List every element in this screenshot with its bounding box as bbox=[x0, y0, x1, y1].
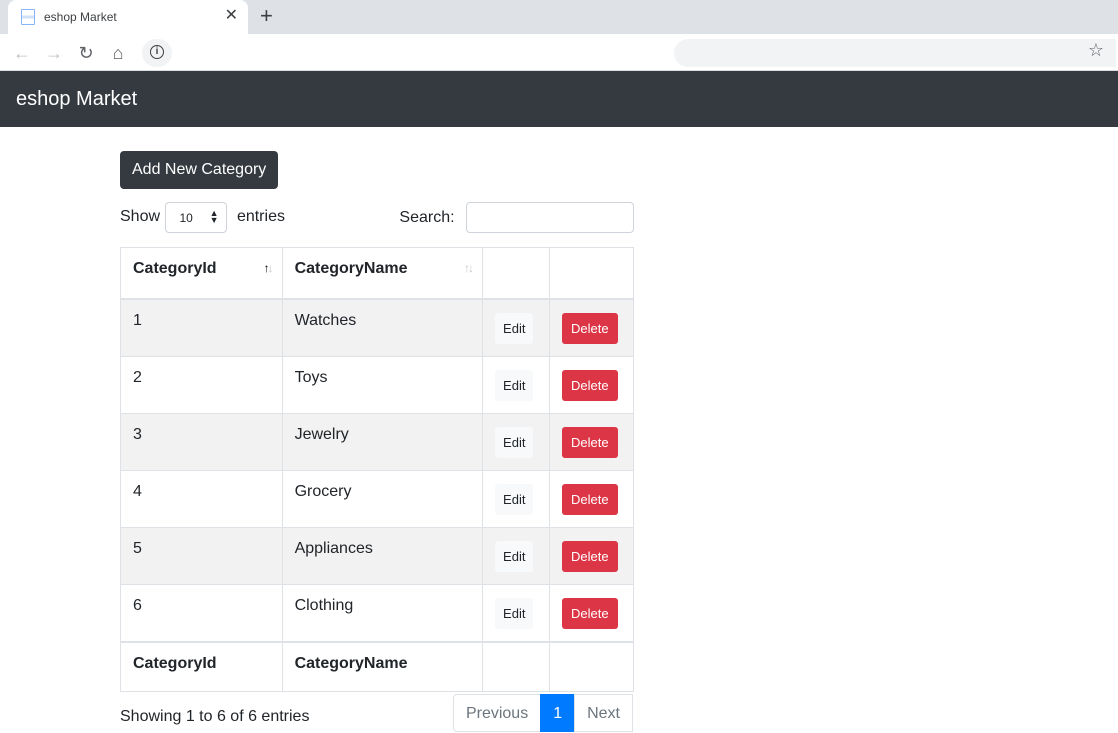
next-page-button[interactable]: Next bbox=[574, 694, 633, 732]
bookmark-star-icon[interactable]: ☆ bbox=[1088, 40, 1104, 61]
cell-edit: Edit bbox=[482, 469, 551, 528]
tab-title: eshop Market bbox=[44, 10, 117, 24]
cell-edit: Edit bbox=[482, 412, 551, 471]
reload-icon[interactable]: ↻ bbox=[75, 42, 97, 64]
length-suffix: entries bbox=[236, 208, 285, 225]
cell-delete: Delete bbox=[549, 583, 634, 642]
add-new-category-button[interactable]: Add New Category bbox=[120, 151, 279, 189]
browser-tab[interactable]: eshop Market ✕ bbox=[8, 0, 248, 34]
table-body: 1 Watches Edit Delete 2 Toys Edit Delete… bbox=[120, 298, 634, 642]
length-prefix: Show bbox=[120, 208, 161, 225]
sort-both-icon: ↑↓ bbox=[464, 261, 474, 275]
cell-category-name: Jewelry bbox=[281, 412, 484, 471]
cell-edit: Edit bbox=[482, 526, 551, 585]
cell-category-id: 2 bbox=[120, 355, 283, 414]
footer-edit bbox=[482, 640, 551, 692]
table-header-row: CategoryId ↑↓ CategoryName ↑↓ bbox=[120, 247, 634, 300]
entries-per-page-select[interactable]: 10 ▲ ▼ bbox=[165, 202, 228, 233]
cell-category-name: Watches bbox=[281, 298, 484, 357]
select-caret-icon: ▲ ▼ bbox=[209, 208, 219, 225]
edit-button[interactable]: Edit bbox=[495, 483, 534, 515]
cell-category-name: Grocery bbox=[281, 469, 484, 528]
cell-delete: Delete bbox=[549, 526, 634, 585]
header-delete bbox=[549, 247, 634, 300]
table-row: 4 Grocery Edit Delete bbox=[120, 469, 634, 528]
cell-category-name: Toys bbox=[281, 355, 484, 414]
cell-edit: Edit bbox=[482, 355, 551, 414]
edit-button[interactable]: Edit bbox=[495, 369, 534, 401]
header-category-name[interactable]: CategoryName ↑↓ bbox=[281, 247, 484, 300]
categories-table: CategoryId ↑↓ CategoryName ↑↓ 1 Watches … bbox=[120, 247, 634, 692]
cell-delete: Delete bbox=[549, 412, 634, 471]
cell-edit: Edit bbox=[482, 583, 551, 642]
browser-tab-strip: eshop Market ✕ + bbox=[0, 0, 1118, 34]
table-footer-row: CategoryId CategoryName bbox=[120, 640, 634, 692]
table-row: 5 Appliances Edit Delete bbox=[120, 526, 634, 585]
pagination: Previous 1 Next bbox=[452, 694, 633, 732]
header-label: CategoryName bbox=[294, 260, 408, 277]
delete-button[interactable]: Delete bbox=[562, 426, 618, 458]
cell-delete: Delete bbox=[549, 355, 634, 414]
header-edit bbox=[482, 247, 551, 300]
footer-category-name: CategoryName bbox=[281, 640, 484, 692]
address-bar[interactable]: ☆ bbox=[674, 39, 1116, 67]
cell-category-id: 5 bbox=[120, 526, 283, 585]
delete-button[interactable]: Delete bbox=[562, 597, 618, 629]
cell-delete: Delete bbox=[549, 469, 634, 528]
cell-edit: Edit bbox=[482, 298, 551, 357]
edit-button[interactable]: Edit bbox=[495, 312, 534, 344]
table-info: Showing 1 to 6 of 6 entries bbox=[120, 708, 310, 725]
delete-button[interactable]: Delete bbox=[562, 312, 618, 344]
delete-button[interactable]: Delete bbox=[562, 369, 618, 401]
table-search: Search: bbox=[399, 202, 634, 233]
cell-category-id: 6 bbox=[120, 583, 283, 642]
home-icon[interactable]: ⌂ bbox=[107, 42, 129, 64]
edit-button[interactable]: Edit bbox=[495, 597, 534, 629]
search-label: Search: bbox=[399, 209, 455, 226]
cell-category-name: Appliances bbox=[281, 526, 484, 585]
close-tab-icon[interactable]: ✕ bbox=[225, 7, 238, 25]
footer-category-id: CategoryId bbox=[120, 640, 283, 692]
entries-length-control: Show 10 ▲ ▼ entries bbox=[120, 202, 285, 233]
header-category-id[interactable]: CategoryId ↑↓ bbox=[120, 247, 283, 300]
brand-link[interactable]: eshop Market bbox=[16, 88, 137, 111]
table-row: 6 Clothing Edit Delete bbox=[120, 583, 634, 642]
cell-category-name: Clothing bbox=[281, 583, 484, 642]
forward-arrow-icon[interactable]: → bbox=[43, 42, 65, 64]
sort-asc-icon: ↑↓ bbox=[263, 261, 274, 275]
cell-category-id: 4 bbox=[120, 469, 283, 528]
new-tab-icon[interactable]: + bbox=[260, 5, 273, 27]
site-info-button[interactable]: i bbox=[142, 39, 172, 67]
app-navbar: eshop Market bbox=[0, 71, 1118, 127]
table-row: 2 Toys Edit Delete bbox=[120, 355, 634, 414]
page-favicon-icon bbox=[21, 9, 35, 25]
header-label: CategoryId bbox=[133, 260, 217, 277]
cell-delete: Delete bbox=[549, 298, 634, 357]
previous-page-button[interactable]: Previous bbox=[452, 694, 542, 732]
search-input[interactable] bbox=[466, 202, 634, 233]
edit-button[interactable]: Edit bbox=[495, 426, 534, 458]
browser-toolbar: ← → ↻ ⌂ i ☆ bbox=[0, 34, 1118, 71]
footer-delete bbox=[549, 640, 634, 692]
entries-per-page-value: 10 bbox=[179, 211, 193, 225]
table-row: 3 Jewelry Edit Delete bbox=[120, 412, 634, 471]
delete-button[interactable]: Delete bbox=[562, 540, 618, 572]
cell-category-id: 1 bbox=[120, 298, 283, 357]
delete-button[interactable]: Delete bbox=[562, 483, 618, 515]
info-icon: i bbox=[150, 45, 164, 59]
back-arrow-icon[interactable]: ← bbox=[11, 42, 33, 64]
page-1-button[interactable]: 1 bbox=[540, 694, 576, 732]
cell-category-id: 3 bbox=[120, 412, 283, 471]
table-row: 1 Watches Edit Delete bbox=[120, 298, 634, 357]
edit-button[interactable]: Edit bbox=[495, 540, 534, 572]
